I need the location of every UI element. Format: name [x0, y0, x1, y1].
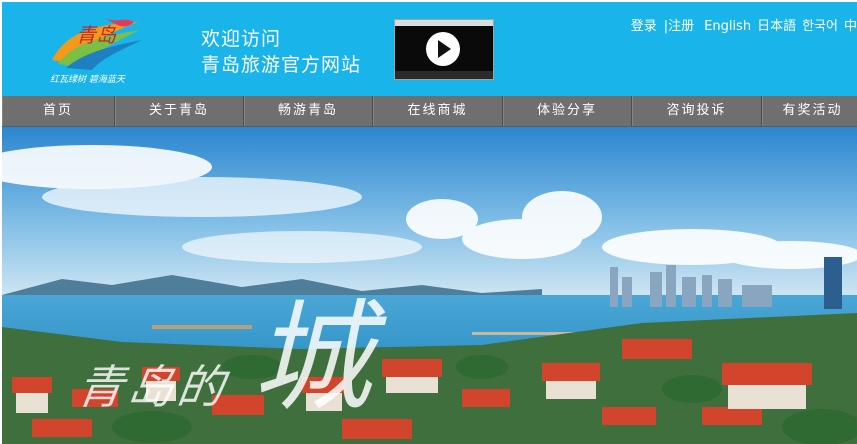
- lang-english[interactable]: English: [704, 19, 751, 34]
- logo-slogan: 红瓦绿树 碧海蓝天: [50, 74, 126, 85]
- welcome-line-1: 欢迎访问: [201, 28, 282, 50]
- video-controls[interactable]: [395, 71, 493, 79]
- welcome-text: 欢迎访问 青岛旅游官方网站: [201, 26, 361, 78]
- banner-calligraphy: 青岛的: [73, 360, 232, 414]
- lang-chinese[interactable]: 中: [844, 19, 857, 34]
- main-nav: 首页 关于青岛 畅游青岛 在线商城 体验分享 咨询投诉 有奖活动: [2, 96, 857, 127]
- welcome-line-2: 青岛旅游官方网站: [201, 54, 362, 76]
- logo-graphic: 青岛 红瓦绿树 碧海蓝天: [50, 18, 142, 85]
- banner-calligraphy-big: 城: [252, 289, 372, 428]
- nav-item-home[interactable]: 首页: [2, 96, 115, 126]
- nav-item-complaint[interactable]: 咨询投诉: [632, 96, 762, 126]
- video-player[interactable]: [394, 19, 494, 80]
- video-title-bar: [395, 20, 493, 26]
- lang-korean[interactable]: 한국어: [802, 19, 838, 34]
- site-header: 青岛 红瓦绿树 碧海蓝天 欢迎访问 青岛旅游官方网站 登录 |注册 English 日…: [2, 2, 857, 96]
- login-link[interactable]: 登录: [631, 19, 657, 34]
- hero-banner[interactable]: 青岛的 城: [2, 127, 857, 444]
- register-link[interactable]: |注册: [664, 19, 694, 34]
- nav-item-events[interactable]: 有奖活动: [762, 96, 857, 126]
- nav-item-shop[interactable]: 在线商城: [373, 96, 503, 126]
- nav-item-about[interactable]: 关于青岛: [115, 96, 244, 126]
- page: 青岛 红瓦绿树 碧海蓝天 欢迎访问 青岛旅游官方网站 登录 |注册 English 日…: [2, 2, 857, 444]
- site-logo[interactable]: 青岛 红瓦绿树 碧海蓝天: [46, 12, 146, 88]
- nav-item-travel[interactable]: 畅游青岛: [244, 96, 373, 126]
- lang-japanese[interactable]: 日本語: [757, 19, 796, 34]
- top-links: 登录 |注册 English 日本語 한국어 中: [627, 15, 857, 34]
- logo-text: 青岛: [76, 23, 117, 47]
- nav-item-share[interactable]: 体验分享: [503, 96, 632, 126]
- play-icon[interactable]: [426, 32, 460, 66]
